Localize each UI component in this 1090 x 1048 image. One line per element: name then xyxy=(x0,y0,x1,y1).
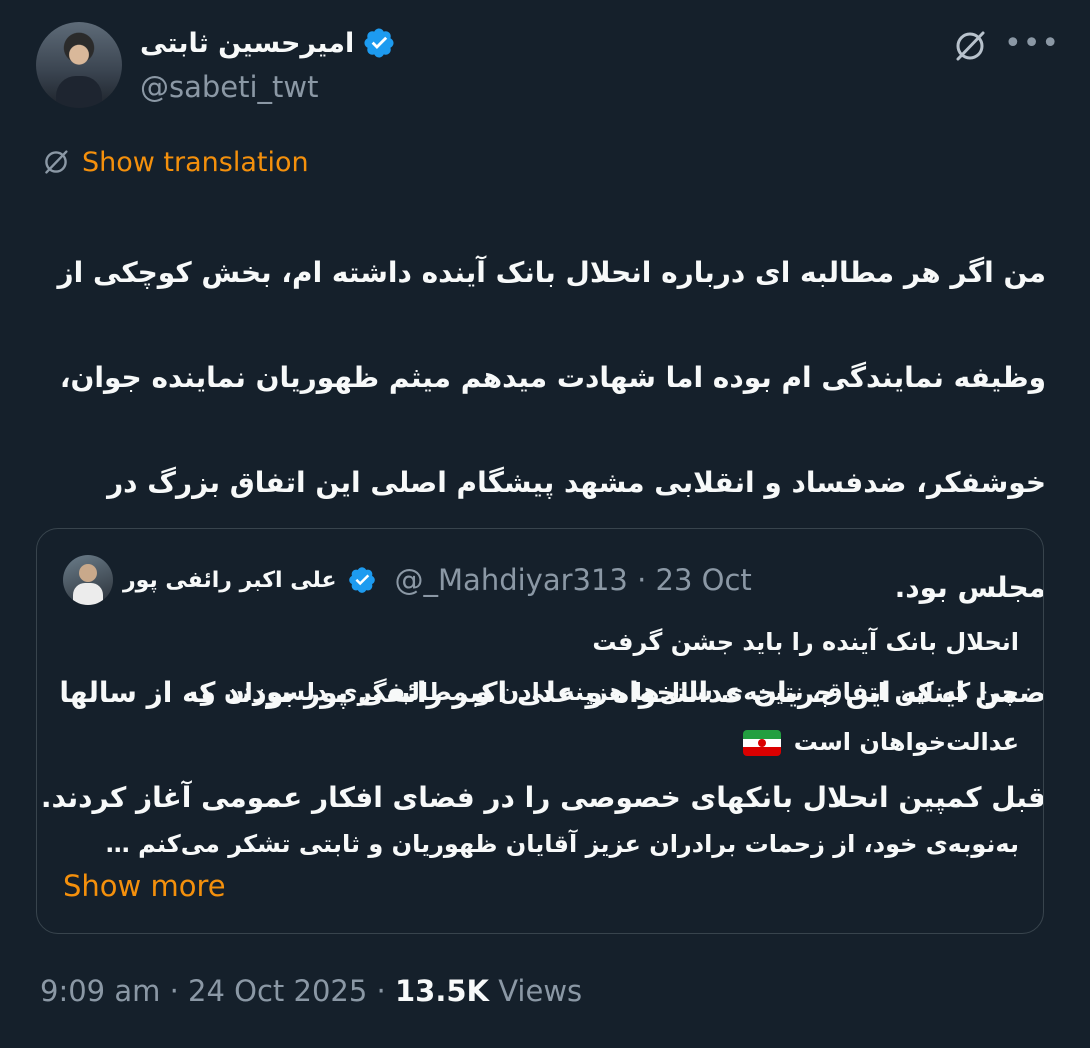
quoted-line: عدالت‌خواهان است xyxy=(793,728,1019,756)
tweet-time[interactable]: 9:09 am xyxy=(40,974,160,1008)
views-count[interactable]: 13.5K xyxy=(395,974,489,1008)
quoted-author-name[interactable]: علی اکبر رائفی پور xyxy=(123,568,337,593)
verified-badge-icon xyxy=(364,28,394,58)
show-more-link[interactable]: Show more xyxy=(63,869,226,903)
tweet-date[interactable]: 24 Oct 2025 xyxy=(188,974,367,1008)
quoted-handle[interactable]: @_Mahdiyar313 xyxy=(395,563,628,597)
quoted-line: چرا که این اتفاق، نتیجه‌ی سال‌ها هزینه د… xyxy=(200,678,1019,706)
tweet-line: من اگر هر مطالبه ای درباره انحلال بانک آ… xyxy=(57,255,1046,289)
translate-icon xyxy=(45,150,68,174)
quoted-tweet-header: علی اکبر رائفی پور @_Mahdiyar313 · 23 Oc… xyxy=(63,555,752,605)
author-avatar[interactable] xyxy=(36,22,122,108)
more-options-icon[interactable]: ••• xyxy=(1004,24,1060,64)
quoted-line-with-flag: عدالت‌خواهان است xyxy=(59,717,1019,767)
author-display-name[interactable]: امیرحسین ثابتی xyxy=(140,28,354,59)
iran-flag-icon xyxy=(743,730,782,756)
quoted-tweet-text: انحلال بانک آینده را باید جشن گرفت چرا ک… xyxy=(59,617,1019,869)
grok-icon[interactable] xyxy=(950,26,990,66)
tweet-footer: 9:09 am · 24 Oct 2025 · 13.5K Views xyxy=(40,974,582,1008)
author-name-row[interactable]: امیرحسین ثابتی xyxy=(140,26,396,60)
quoted-tweet-card[interactable]: علی اکبر رائفی پور @_Mahdiyar313 · 23 Oc… xyxy=(36,528,1044,934)
separator: · xyxy=(637,563,647,597)
quoted-meta: @_Mahdiyar313 · 23 Oct xyxy=(395,563,752,597)
tweet-line: خوشفکر، ضدفساد و انقلابی مشهد پیشگام اصل… xyxy=(107,465,1046,499)
quoted-date[interactable]: 23 Oct xyxy=(656,563,752,597)
tweet-line: وظیفه نمایندگی ام بوده اما شهادت میدهم م… xyxy=(59,360,1046,394)
quoted-line: انحلال بانک آینده را باید جشن گرفت xyxy=(592,628,1019,656)
separator: · xyxy=(169,974,179,1008)
quoted-line: به‌نوبه‌ی خود، از زحمات برادران عزیز آقا… xyxy=(105,830,1019,858)
show-translation-label: Show translation xyxy=(82,146,309,178)
show-translation-button[interactable]: Show translation xyxy=(40,146,309,178)
separator: · xyxy=(376,974,386,1008)
verified-badge-icon xyxy=(348,567,375,593)
author-handle[interactable]: @sabeti_twt xyxy=(140,70,319,104)
quoted-author-avatar[interactable] xyxy=(63,555,113,605)
views-label: Views xyxy=(498,974,583,1008)
